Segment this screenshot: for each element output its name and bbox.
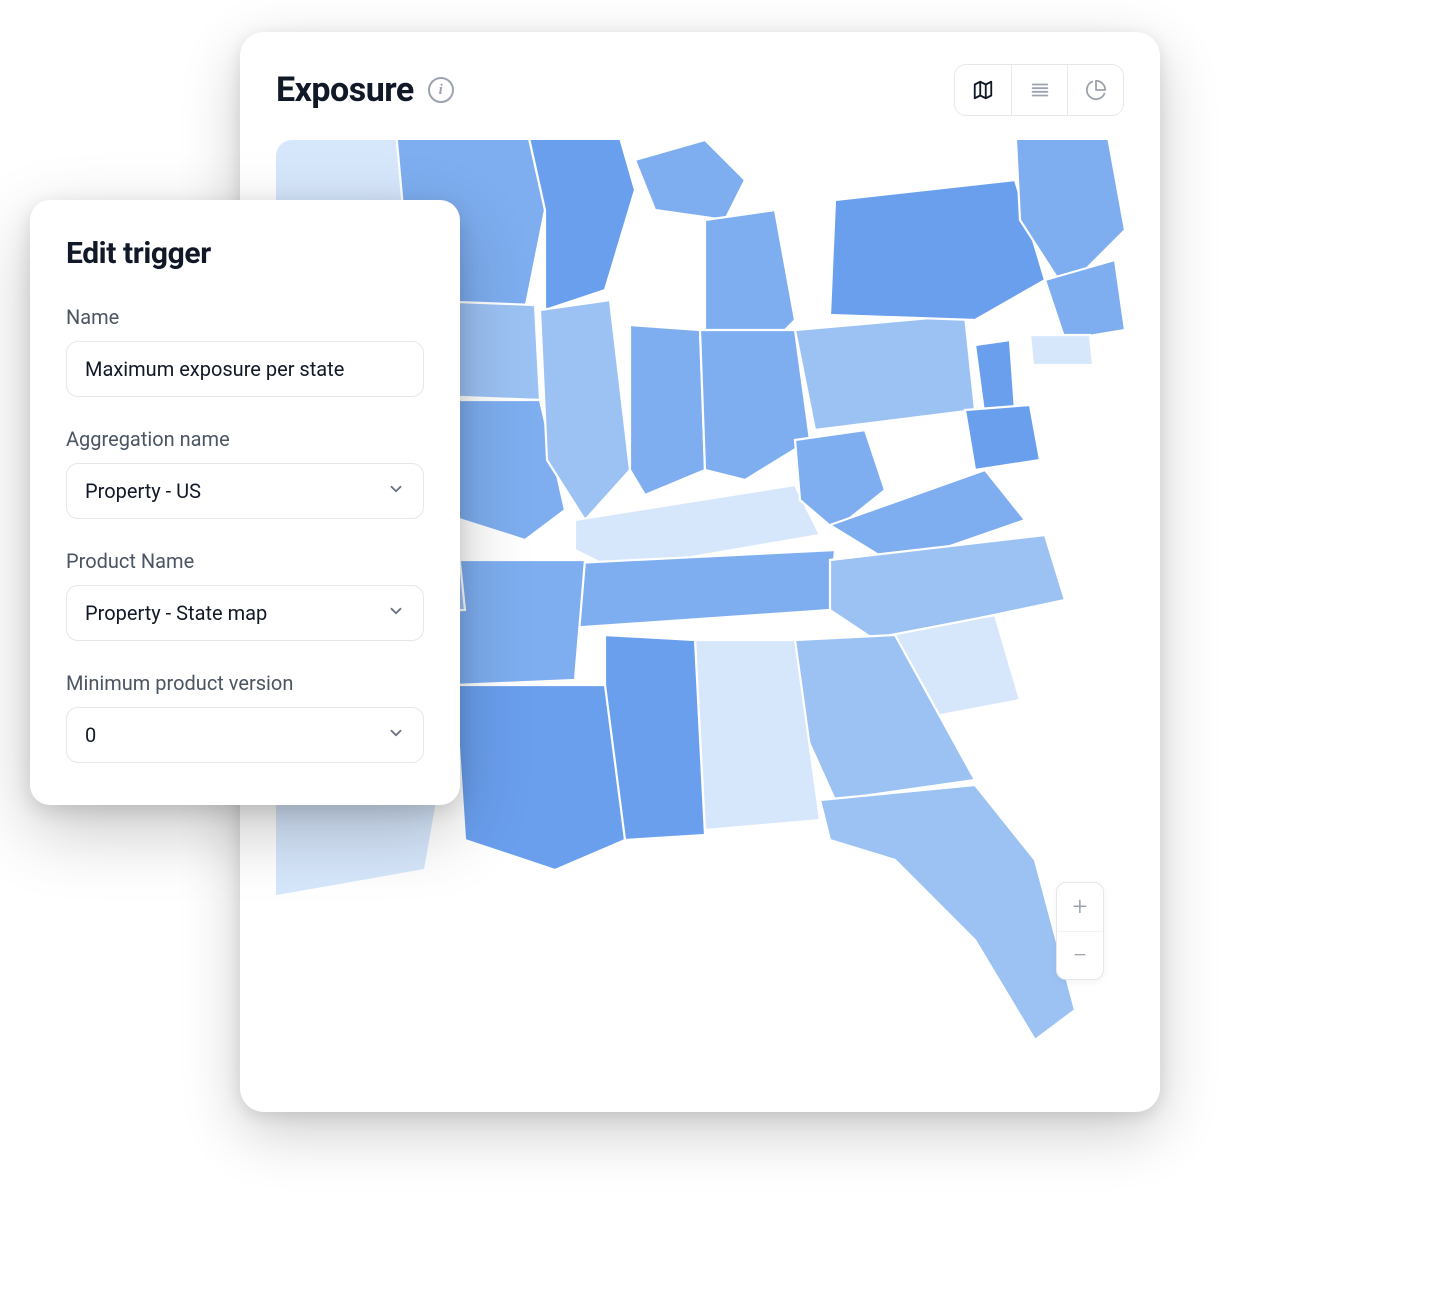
- field-aggregation-label: Aggregation name: [66, 427, 424, 451]
- name-input[interactable]: [66, 341, 424, 397]
- field-name-label: Name: [66, 305, 424, 329]
- chevron-down-icon: [387, 723, 405, 747]
- zoom-in-button[interactable]: +: [1057, 883, 1103, 931]
- pie-chart-icon: [1085, 79, 1107, 101]
- zoom-out-button[interactable]: −: [1057, 931, 1103, 979]
- map-icon: [972, 79, 994, 101]
- list-icon: [1029, 79, 1051, 101]
- chevron-down-icon: [387, 479, 405, 503]
- product-select[interactable]: Property - State map: [66, 585, 424, 641]
- field-min-version-label: Minimum product version: [66, 671, 424, 695]
- exposure-header: Exposure i: [276, 64, 1124, 116]
- field-name: Name: [66, 305, 424, 397]
- exposure-title: Exposure: [276, 70, 414, 110]
- panel-title: Edit trigger: [66, 236, 424, 271]
- min-version-value: 0: [85, 723, 96, 747]
- field-product-label: Product Name: [66, 549, 424, 573]
- aggregation-value: Property - US: [85, 479, 201, 503]
- view-list-button[interactable]: [1011, 64, 1067, 116]
- chevron-down-icon: [387, 601, 405, 625]
- info-icon[interactable]: i: [428, 77, 454, 103]
- edit-trigger-panel: Edit trigger Name Aggregation name Prope…: [30, 200, 460, 805]
- field-min-version: Minimum product version 0: [66, 671, 424, 763]
- aggregation-select[interactable]: Property - US: [66, 463, 424, 519]
- min-version-select[interactable]: 0: [66, 707, 424, 763]
- field-product: Product Name Property - State map: [66, 549, 424, 641]
- field-aggregation: Aggregation name Property - US: [66, 427, 424, 519]
- view-toggle: [954, 64, 1124, 116]
- product-value: Property - State map: [85, 601, 267, 625]
- exposure-title-wrap: Exposure i: [276, 70, 454, 110]
- view-map-button[interactable]: [955, 64, 1011, 116]
- zoom-controls: + −: [1056, 882, 1104, 980]
- view-chart-button[interactable]: [1067, 64, 1123, 116]
